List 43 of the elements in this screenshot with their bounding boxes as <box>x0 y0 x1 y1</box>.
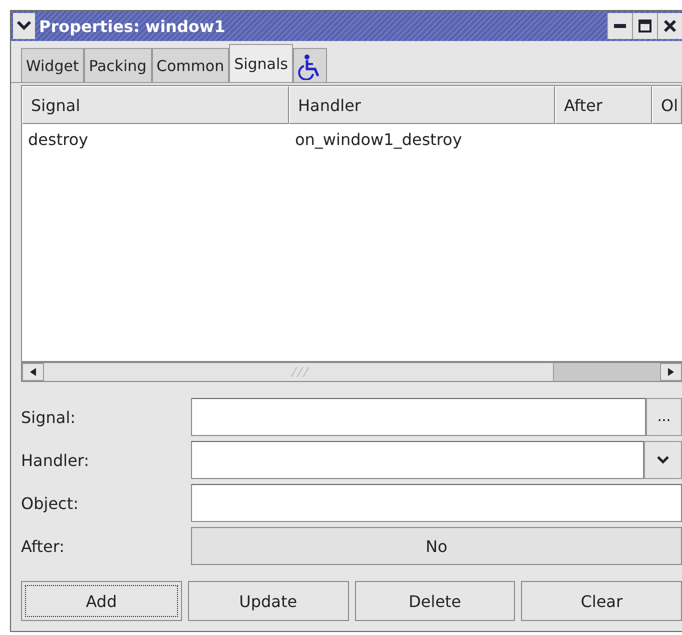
table-cell-text: on_window1_destroy <box>294 130 463 148</box>
maximize-button[interactable] <box>632 13 657 39</box>
close-icon <box>663 19 677 33</box>
action-button[interactable]: Clear <box>521 581 682 621</box>
close-button[interactable] <box>657 13 682 39</box>
tab[interactable]: Packing <box>84 48 152 82</box>
wheelchair-icon <box>298 54 322 80</box>
column-header[interactable]: Handler <box>289 86 555 124</box>
maximize-icon <box>638 19 652 33</box>
input-field[interactable] <box>191 441 644 479</box>
field-label: Object: <box>21 492 80 514</box>
chevron-down-icon <box>16 20 32 32</box>
right-arrow-icon <box>668 368 674 376</box>
field-label: Signal: <box>21 406 77 428</box>
table-cell-text: destroy <box>27 130 90 148</box>
input-field[interactable] <box>191 484 682 522</box>
action-button[interactable]: Update <box>188 581 348 621</box>
input-field[interactable] <box>191 398 646 436</box>
column-header[interactable]: After <box>555 86 652 124</box>
scroll-thumb[interactable] <box>44 363 554 381</box>
field-label: Handler: <box>21 450 90 472</box>
toggle-button[interactable]: No <box>191 527 682 565</box>
window-menu-button[interactable] <box>13 13 35 39</box>
column-header[interactable]: Signal <box>22 86 289 124</box>
column-header[interactable]: Ol <box>652 86 682 124</box>
tab[interactable] <box>293 48 327 82</box>
horizontal-scrollbar[interactable] <box>21 362 682 382</box>
left-arrow-icon <box>30 368 36 376</box>
grip-icon <box>288 367 308 377</box>
scroll-left-button[interactable] <box>22 363 44 381</box>
field-label: After: <box>21 536 66 558</box>
tab[interactable]: Widget <box>21 48 84 82</box>
minimize-button[interactable] <box>607 13 632 39</box>
chevron-down-icon <box>657 456 669 464</box>
window-title: Properties: window1 <box>39 16 226 36</box>
scroll-right-button[interactable] <box>660 363 682 381</box>
minimize-icon <box>614 24 626 28</box>
tab[interactable]: Common <box>152 48 230 82</box>
dropdown-button[interactable] <box>644 441 682 479</box>
browse-button[interactable]: ... <box>646 398 682 436</box>
action-button[interactable]: Add <box>21 581 182 621</box>
action-button[interactable]: Delete <box>354 581 516 621</box>
tab[interactable]: Signals <box>229 44 293 82</box>
